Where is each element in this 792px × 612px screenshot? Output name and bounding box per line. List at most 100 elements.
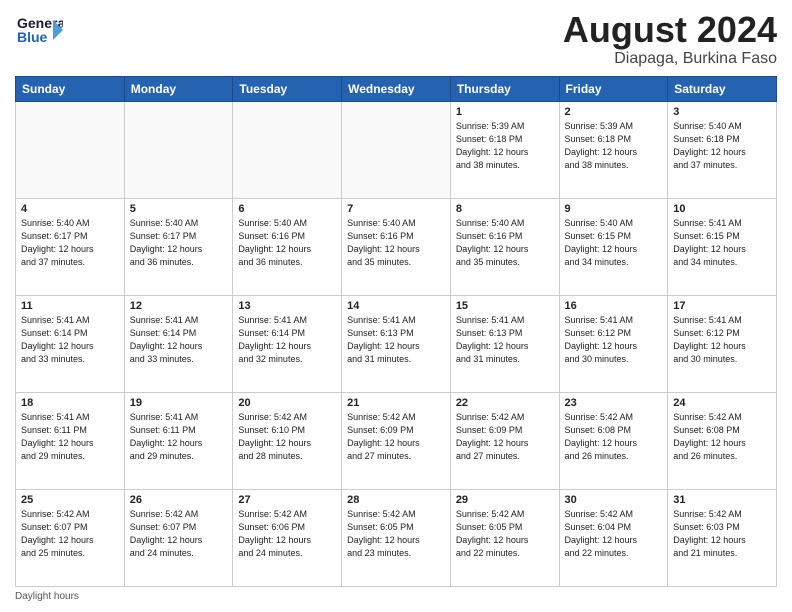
- calendar-header-row: SundayMondayTuesdayWednesdayThursdayFrid…: [16, 76, 777, 101]
- calendar-header-sunday: Sunday: [16, 76, 125, 101]
- day-number: 28: [347, 494, 445, 506]
- calendar-cell: 8Sunrise: 5:40 AM Sunset: 6:16 PM Daylig…: [450, 198, 559, 295]
- day-number: 1: [456, 106, 554, 118]
- day-number: 21: [347, 397, 445, 409]
- day-number: 4: [21, 203, 119, 215]
- day-number: 18: [21, 397, 119, 409]
- day-number: 30: [565, 494, 663, 506]
- day-number: 26: [130, 494, 228, 506]
- calendar-cell: 7 Sunrise: 5:40 AM Sunset: 6:16 PM Daylig…: [342, 198, 451, 295]
- day-info: Sunrise: 5:39 AM Sunset: 6:18 PM Dayligh…: [565, 120, 663, 172]
- day-info: Sunrise: 5:41 AM Sunset: 6:13 PM Dayligh…: [347, 314, 445, 366]
- location: Diapaga, Burkina Faso: [563, 50, 777, 68]
- calendar-cell: 21 Sunrise: 5:42 AM Sunset: 6:09 PM Dayli…: [342, 392, 451, 489]
- svg-text:Blue: Blue: [17, 29, 48, 45]
- page: General Blue August 2024 Diapaga, Burkin…: [0, 0, 792, 612]
- calendar-week-2: 11 Sunrise: 5:41 AM Sunset: 6:14 PM Dayli…: [16, 295, 777, 392]
- calendar-cell: [342, 101, 451, 198]
- day-number: 24: [673, 397, 771, 409]
- calendar-cell: [233, 101, 342, 198]
- day-number: 17: [673, 300, 771, 312]
- day-number: 12: [130, 300, 228, 312]
- calendar-cell: 13Sunrise: 5:41 AM Sunset: 6:14 PM Dayli…: [233, 295, 342, 392]
- calendar-cell: 14 Sunrise: 5:41 AM Sunset: 6:13 PM Dayli…: [342, 295, 451, 392]
- calendar-cell: 19Sunrise: 5:41 AM Sunset: 6:11 PM Dayli…: [124, 392, 233, 489]
- calendar-cell: [16, 101, 125, 198]
- day-info: Sunrise: 5:40 AM Sunset: 6:15 PM Dayligh…: [565, 217, 663, 269]
- day-info: Sunrise: 5:42 AM Sunset: 6:07 PM Dayligh…: [21, 508, 119, 560]
- calendar-cell: 18 Sunrise: 5:41 AM Sunset: 6:11 PM Dayli…: [16, 392, 125, 489]
- calendar-cell: 12 Sunrise: 5:41 AM Sunset: 6:14 PM Dayli…: [124, 295, 233, 392]
- day-info: Sunrise: 5:42 AM Sunset: 6:09 PM Dayligh…: [456, 411, 554, 463]
- day-info: Sunrise: 5:42 AM Sunset: 6:07 PM Dayligh…: [130, 508, 228, 560]
- calendar-cell: 23 Sunrise: 5:42 AM Sunset: 6:08 PM Dayli…: [559, 392, 668, 489]
- calendar-cell: 24 Sunrise: 5:42 AM Sunset: 6:08 PM Dayli…: [668, 392, 777, 489]
- day-number: 23: [565, 397, 663, 409]
- calendar-cell: 3Sunrise: 5:40 AM Sunset: 6:18 PM Daylig…: [668, 101, 777, 198]
- day-info: Sunrise: 5:42 AM Sunset: 6:03 PM Dayligh…: [673, 508, 771, 560]
- day-info: Sunrise: 5:42 AM Sunset: 6:10 PM Dayligh…: [238, 411, 336, 463]
- title-area: August 2024 Diapaga, Burkina Faso: [563, 10, 777, 68]
- calendar-header-friday: Friday: [559, 76, 668, 101]
- day-info: Sunrise: 5:42 AM Sunset: 6:05 PM Dayligh…: [456, 508, 554, 560]
- calendar-cell: 17Sunrise: 5:41 AM Sunset: 6:12 PM Dayli…: [668, 295, 777, 392]
- day-info: Sunrise: 5:42 AM Sunset: 6:04 PM Dayligh…: [565, 508, 663, 560]
- calendar-cell: 26 Sunrise: 5:42 AM Sunset: 6:07 PM Dayli…: [124, 489, 233, 586]
- day-number: 16: [565, 300, 663, 312]
- day-info: Sunrise: 5:41 AM Sunset: 6:15 PM Dayligh…: [673, 217, 771, 269]
- calendar-cell: 20Sunrise: 5:42 AM Sunset: 6:10 PM Dayli…: [233, 392, 342, 489]
- day-number: 22: [456, 397, 554, 409]
- day-info: Sunrise: 5:40 AM Sunset: 6:16 PM Dayligh…: [456, 217, 554, 269]
- calendar-cell: 22 Sunrise: 5:42 AM Sunset: 6:09 PM Dayli…: [450, 392, 559, 489]
- calendar-header-saturday: Saturday: [668, 76, 777, 101]
- day-info: Sunrise: 5:42 AM Sunset: 6:08 PM Dayligh…: [565, 411, 663, 463]
- day-info: Sunrise: 5:41 AM Sunset: 6:14 PM Dayligh…: [21, 314, 119, 366]
- calendar-cell: 6Sunrise: 5:40 AM Sunset: 6:16 PM Daylig…: [233, 198, 342, 295]
- calendar-cell: 15 Sunrise: 5:41 AM Sunset: 6:13 PM Dayli…: [450, 295, 559, 392]
- calendar-cell: 28 Sunrise: 5:42 AM Sunset: 6:05 PM Dayli…: [342, 489, 451, 586]
- day-number: 19: [130, 397, 228, 409]
- calendar-cell: 31 Sunrise: 5:42 AM Sunset: 6:03 PM Dayli…: [668, 489, 777, 586]
- calendar-cell: 4 Sunrise: 5:40 AM Sunset: 6:17 PM Daylig…: [16, 198, 125, 295]
- calendar-cell: 16 Sunrise: 5:41 AM Sunset: 6:12 PM Dayli…: [559, 295, 668, 392]
- day-info: Sunrise: 5:39 AM Sunset: 6:18 PM Dayligh…: [456, 120, 554, 172]
- calendar-table: SundayMondayTuesdayWednesdayThursdayFrid…: [15, 76, 777, 587]
- day-info: Sunrise: 5:40 AM Sunset: 6:16 PM Dayligh…: [238, 217, 336, 269]
- calendar-header-wednesday: Wednesday: [342, 76, 451, 101]
- day-number: 11: [21, 300, 119, 312]
- calendar-cell: 5Sunrise: 5:40 AM Sunset: 6:17 PM Daylig…: [124, 198, 233, 295]
- calendar-week-3: 18 Sunrise: 5:41 AM Sunset: 6:11 PM Dayli…: [16, 392, 777, 489]
- day-number: 14: [347, 300, 445, 312]
- day-info: Sunrise: 5:40 AM Sunset: 6:17 PM Dayligh…: [130, 217, 228, 269]
- day-info: Sunrise: 5:41 AM Sunset: 6:11 PM Dayligh…: [21, 411, 119, 463]
- day-number: 15: [456, 300, 554, 312]
- day-info: Sunrise: 5:40 AM Sunset: 6:17 PM Dayligh…: [21, 217, 119, 269]
- day-number: 9: [565, 203, 663, 215]
- day-info: Sunrise: 5:40 AM Sunset: 6:18 PM Dayligh…: [673, 120, 771, 172]
- calendar-cell: 11 Sunrise: 5:41 AM Sunset: 6:14 PM Dayli…: [16, 295, 125, 392]
- day-number: 13: [238, 300, 336, 312]
- calendar-header-tuesday: Tuesday: [233, 76, 342, 101]
- logo-icon: General Blue: [15, 10, 63, 52]
- calendar-cell: 27Sunrise: 5:42 AM Sunset: 6:06 PM Dayli…: [233, 489, 342, 586]
- day-info: Sunrise: 5:42 AM Sunset: 6:08 PM Dayligh…: [673, 411, 771, 463]
- calendar-header-monday: Monday: [124, 76, 233, 101]
- day-number: 29: [456, 494, 554, 506]
- day-number: 31: [673, 494, 771, 506]
- calendar-header-thursday: Thursday: [450, 76, 559, 101]
- day-number: 10: [673, 203, 771, 215]
- day-info: Sunrise: 5:42 AM Sunset: 6:05 PM Dayligh…: [347, 508, 445, 560]
- day-info: Sunrise: 5:41 AM Sunset: 6:12 PM Dayligh…: [565, 314, 663, 366]
- calendar-cell: 30 Sunrise: 5:42 AM Sunset: 6:04 PM Dayli…: [559, 489, 668, 586]
- day-info: Sunrise: 5:42 AM Sunset: 6:09 PM Dayligh…: [347, 411, 445, 463]
- calendar-cell: 25 Sunrise: 5:42 AM Sunset: 6:07 PM Dayli…: [16, 489, 125, 586]
- day-number: 7: [347, 203, 445, 215]
- month-title: August 2024: [563, 10, 777, 50]
- day-number: 25: [21, 494, 119, 506]
- day-info: Sunrise: 5:40 AM Sunset: 6:16 PM Dayligh…: [347, 217, 445, 269]
- day-info: Sunrise: 5:41 AM Sunset: 6:13 PM Dayligh…: [456, 314, 554, 366]
- calendar-week-1: 4 Sunrise: 5:40 AM Sunset: 6:17 PM Daylig…: [16, 198, 777, 295]
- footer-note: Daylight hours: [15, 591, 777, 602]
- day-info: Sunrise: 5:41 AM Sunset: 6:14 PM Dayligh…: [130, 314, 228, 366]
- calendar-cell: 10 Sunrise: 5:41 AM Sunset: 6:15 PM Dayli…: [668, 198, 777, 295]
